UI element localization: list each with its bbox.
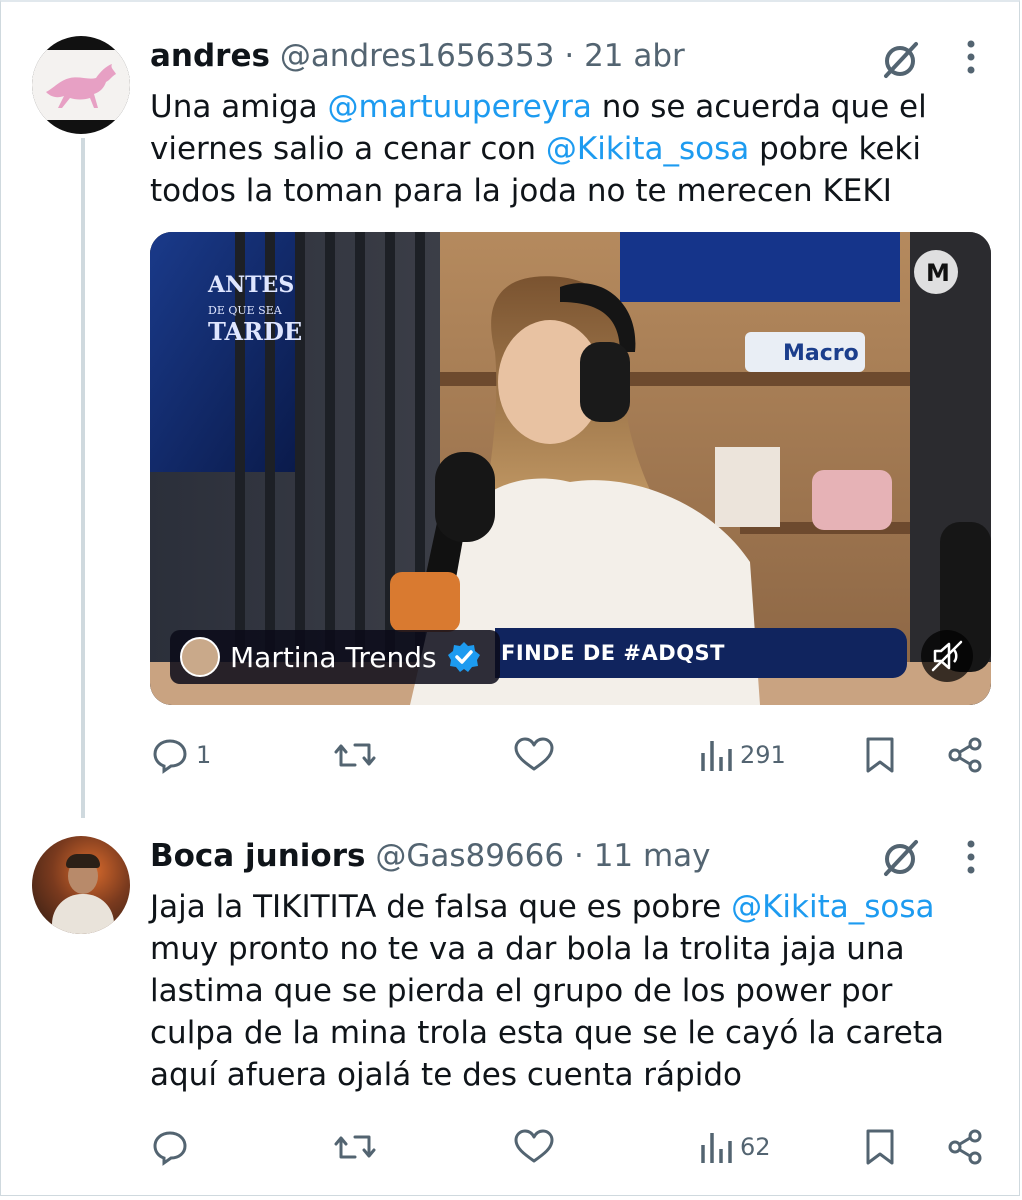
bookmark-button[interactable]	[860, 1122, 900, 1172]
bookmark-icon	[866, 1129, 894, 1165]
text-segment: Una amiga	[150, 89, 328, 125]
svg-text:ANTES: ANTES	[207, 272, 294, 298]
retweet-button[interactable]	[333, 1122, 377, 1172]
tweet-date[interactable]: 11 may	[594, 838, 711, 874]
share-icon	[948, 737, 982, 773]
retweet-icon	[334, 1135, 376, 1159]
bookmark-button[interactable]	[860, 730, 900, 780]
tag-avatar	[180, 637, 220, 677]
reply-count: 1	[196, 741, 212, 769]
views-count: 62	[740, 1133, 771, 1161]
retweet-icon	[334, 743, 376, 767]
separator-dot: ·	[564, 38, 575, 74]
tweet-text: Una amiga @martuupereyra no se acuerda q…	[150, 86, 980, 212]
text-segment: Jaja la TIKITITA de falsa que es pobre	[150, 889, 732, 925]
text-segment: muy pronto no te va a dar bola la trolit…	[150, 931, 944, 1093]
avatar-andres[interactable]	[32, 36, 130, 134]
tweet-header: andres @andres1656353 · 21 abr	[150, 36, 685, 76]
share-button[interactable]	[945, 730, 985, 780]
views-button[interactable]: 291	[698, 730, 786, 780]
separator-dot: ·	[573, 838, 584, 874]
tweet-date[interactable]: 21 abr	[584, 38, 685, 74]
mention-kikita-sosa[interactable]: @Kikita_sosa	[546, 131, 749, 167]
like-button[interactable]	[512, 1122, 556, 1172]
tweet-text: Jaja la TIKITITA de falsa que es pobre @…	[150, 886, 980, 1096]
svg-text:Macro: Macro	[783, 341, 859, 366]
views-button[interactable]: 62	[698, 1122, 771, 1172]
avatar-boca-juniors[interactable]	[32, 836, 130, 934]
grok-icon[interactable]	[878, 836, 922, 880]
views-icon	[701, 1133, 732, 1163]
reply-icon	[153, 739, 187, 774]
author-handle[interactable]: @andres1656353	[280, 38, 555, 74]
mention-martuupereyra[interactable]: @martuupereyra	[328, 89, 592, 125]
like-icon	[514, 1129, 554, 1163]
share-icon	[948, 1129, 982, 1165]
retweet-button[interactable]	[333, 730, 377, 780]
horse-logo-icon	[46, 64, 116, 108]
video-media[interactable]: ANTES DE QUE SEA TARDE Macro M FINDE DE …	[150, 232, 991, 705]
more-icon[interactable]	[963, 38, 979, 78]
thread-connector-line	[81, 138, 85, 818]
tweet-header: Boca juniors @Gas89666 · 11 may	[150, 836, 711, 876]
grok-icon[interactable]	[878, 38, 922, 82]
bookmark-icon	[866, 737, 894, 773]
mute-icon[interactable]	[921, 630, 973, 682]
like-icon	[514, 737, 554, 771]
reply-button[interactable]: 1	[150, 730, 211, 780]
more-icon[interactable]	[963, 838, 979, 878]
share-button[interactable]	[945, 1122, 985, 1172]
author-name[interactable]: andres	[150, 38, 270, 74]
svg-text:TARDE: TARDE	[208, 317, 302, 346]
mention-kikita-sosa[interactable]: @Kikita_sosa	[731, 889, 934, 925]
like-button[interactable]	[512, 730, 556, 780]
tweet-actions: 1 291	[150, 730, 990, 780]
tag-name: Martina Trends	[230, 640, 437, 674]
views-icon	[701, 741, 732, 771]
verified-badge-icon	[447, 642, 480, 672]
reply-button[interactable]	[150, 1122, 190, 1172]
author-handle[interactable]: @Gas89666	[375, 838, 564, 874]
views-count: 291	[740, 741, 786, 769]
tweet-actions: 62	[150, 1122, 990, 1172]
svg-text:M: M	[926, 259, 950, 287]
media-tag[interactable]: Martina Trends	[170, 630, 500, 684]
author-name[interactable]: Boca juniors	[150, 838, 365, 874]
reply-icon	[153, 1131, 187, 1166]
video-ticker: FINDE DE #ADQST	[495, 628, 907, 678]
svg-text:DE QUE SEA: DE QUE SEA	[208, 304, 283, 317]
